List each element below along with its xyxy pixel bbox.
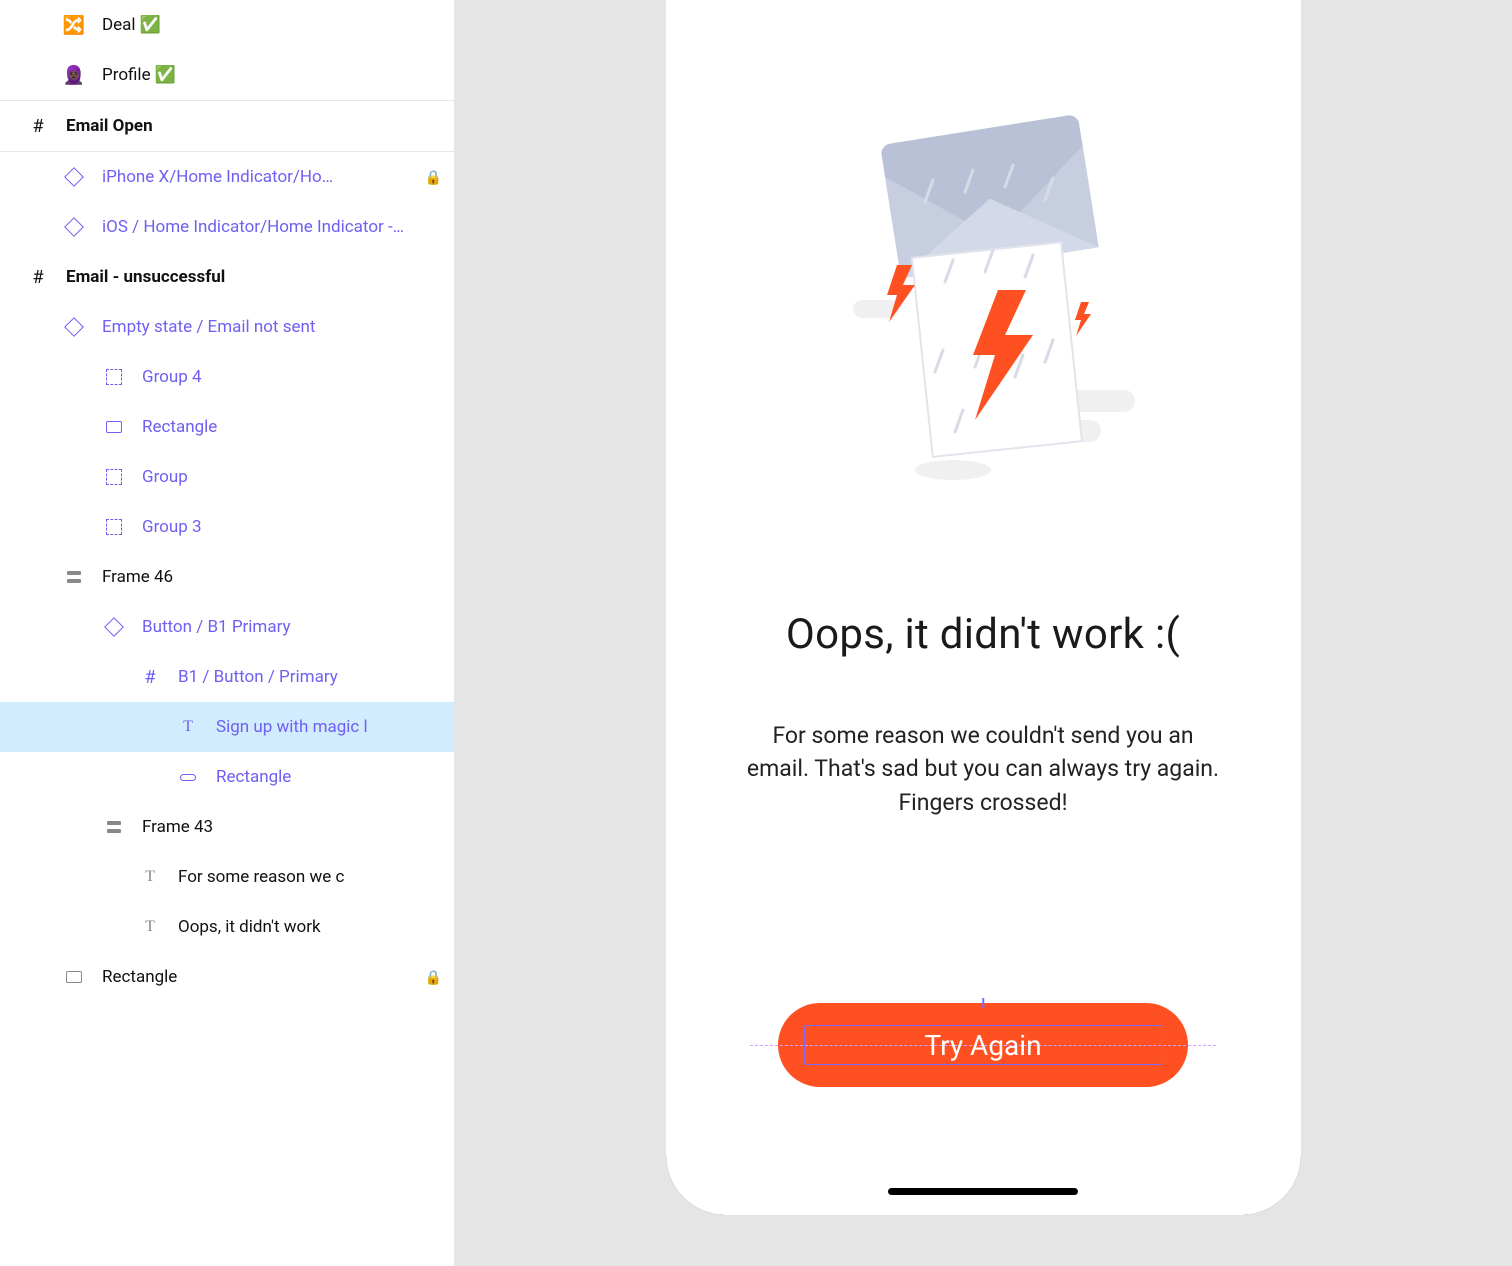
layer-b1-button-primary[interactable]: B1 / Button / Primary <box>0 652 454 702</box>
layer-rectangle[interactable]: Rectangle <box>0 402 454 452</box>
layer-email-open-frame[interactable]: Email Open <box>0 101 454 151</box>
selection-tick <box>982 998 984 1008</box>
layer-label: Group 3 <box>142 517 202 537</box>
layer-email-unsuccessful-frame[interactable]: Email - unsuccessful <box>0 252 454 302</box>
email-error-illustration <box>823 110 1143 490</box>
layer-label: Button / B1 Primary <box>142 617 291 637</box>
frame-icon <box>28 267 48 287</box>
text-icon <box>140 917 160 937</box>
headline-text: Oops, it didn't work :( <box>786 610 1180 659</box>
profile-page-icon: 🧕🏿 <box>64 65 84 85</box>
phone-mock: Oops, it didn't work :( For some reason … <box>666 0 1301 1215</box>
layer-group4[interactable]: Group 4 <box>0 352 454 402</box>
group-icon <box>104 467 124 487</box>
layer-label: B1 / Button / Primary <box>178 667 338 687</box>
design-canvas[interactable]: Oops, it didn't work :( For some reason … <box>454 0 1512 1266</box>
layer-label: Profile ✅ <box>102 65 176 85</box>
component-icon <box>64 167 84 187</box>
layer-profile[interactable]: 🧕🏿 Profile ✅ <box>0 50 454 100</box>
layer-label: Rectangle <box>216 767 291 787</box>
layer-label: iOS / Home Indicator/Home Indicator -… <box>102 217 404 237</box>
subtext: For some reason we couldn't send you an … <box>743 719 1223 819</box>
layer-deal[interactable]: 🔀 Deal ✅ <box>0 0 454 50</box>
layer-label: Rectangle <box>102 967 177 987</box>
layer-rectangle-pill[interactable]: Rectangle <box>0 752 454 802</box>
pill-icon <box>178 767 198 787</box>
layer-for-some-reason-text[interactable]: For some reason we c <box>0 852 454 902</box>
lock-icon <box>425 167 442 187</box>
component-icon <box>64 217 84 237</box>
try-again-button[interactable]: Try Again <box>778 1003 1188 1087</box>
layer-iphone-home-indicator[interactable]: iPhone X/Home Indicator/Ho… <box>0 152 454 202</box>
layers-panel[interactable]: 🔀 Deal ✅ 🧕🏿 Profile ✅ Email Open iPhone … <box>0 0 454 1266</box>
rectangle-icon <box>64 967 84 987</box>
deal-page-icon: 🔀 <box>64 15 84 35</box>
layer-ios-home-indicator[interactable]: iOS / Home Indicator/Home Indicator -… <box>0 202 454 252</box>
layer-group[interactable]: Group <box>0 452 454 502</box>
layer-label: iPhone X/Home Indicator/Ho… <box>102 167 333 187</box>
group-icon <box>104 367 124 387</box>
layer-label: Rectangle <box>142 417 217 437</box>
home-indicator <box>888 1188 1078 1195</box>
layer-label: Deal ✅ <box>102 15 161 35</box>
layer-group3[interactable]: Group 3 <box>0 502 454 552</box>
layer-oops-text[interactable]: Oops, it didn't work <box>0 902 454 952</box>
layer-frame43[interactable]: Frame 43 <box>0 802 454 852</box>
layer-signup-magic-text[interactable]: Sign up with magic l <box>0 702 454 752</box>
phone-body: Oops, it didn't work :( For some reason … <box>666 0 1301 1215</box>
layer-button-b1-primary[interactable]: Button / B1 Primary <box>0 602 454 652</box>
frame-icon <box>28 116 48 136</box>
autolayout-icon <box>64 567 84 587</box>
layer-rectangle-3[interactable]: Rectangle <box>0 952 454 1002</box>
text-icon <box>178 717 198 737</box>
frame-icon <box>140 667 160 687</box>
layer-frame46[interactable]: Frame 46 <box>0 552 454 602</box>
lock-icon <box>425 967 442 987</box>
layer-label: Sign up with magic l <box>216 717 368 737</box>
screen-content: Oops, it didn't work :( For some reason … <box>666 0 1301 1215</box>
component-icon <box>104 617 124 637</box>
layer-label: Group 4 <box>142 367 202 387</box>
layer-label: For some reason we c <box>178 867 344 887</box>
layer-empty-state[interactable]: Empty state / Email not sent <box>0 302 454 352</box>
autolayout-icon <box>104 817 124 837</box>
layer-label: Email Open <box>66 116 153 136</box>
group-icon <box>104 517 124 537</box>
cta-label: Try Again <box>924 1029 1041 1062</box>
layer-label: Empty state / Email not sent <box>102 317 315 337</box>
layer-label: Group <box>142 467 188 487</box>
component-icon <box>64 317 84 337</box>
rectangle-icon <box>104 417 124 437</box>
text-icon <box>140 867 160 887</box>
layer-label: Email - unsuccessful <box>66 267 225 287</box>
layer-label: Frame 46 <box>102 567 173 587</box>
layer-label: Frame 43 <box>142 817 213 837</box>
layer-label: Oops, it didn't work <box>178 917 321 937</box>
